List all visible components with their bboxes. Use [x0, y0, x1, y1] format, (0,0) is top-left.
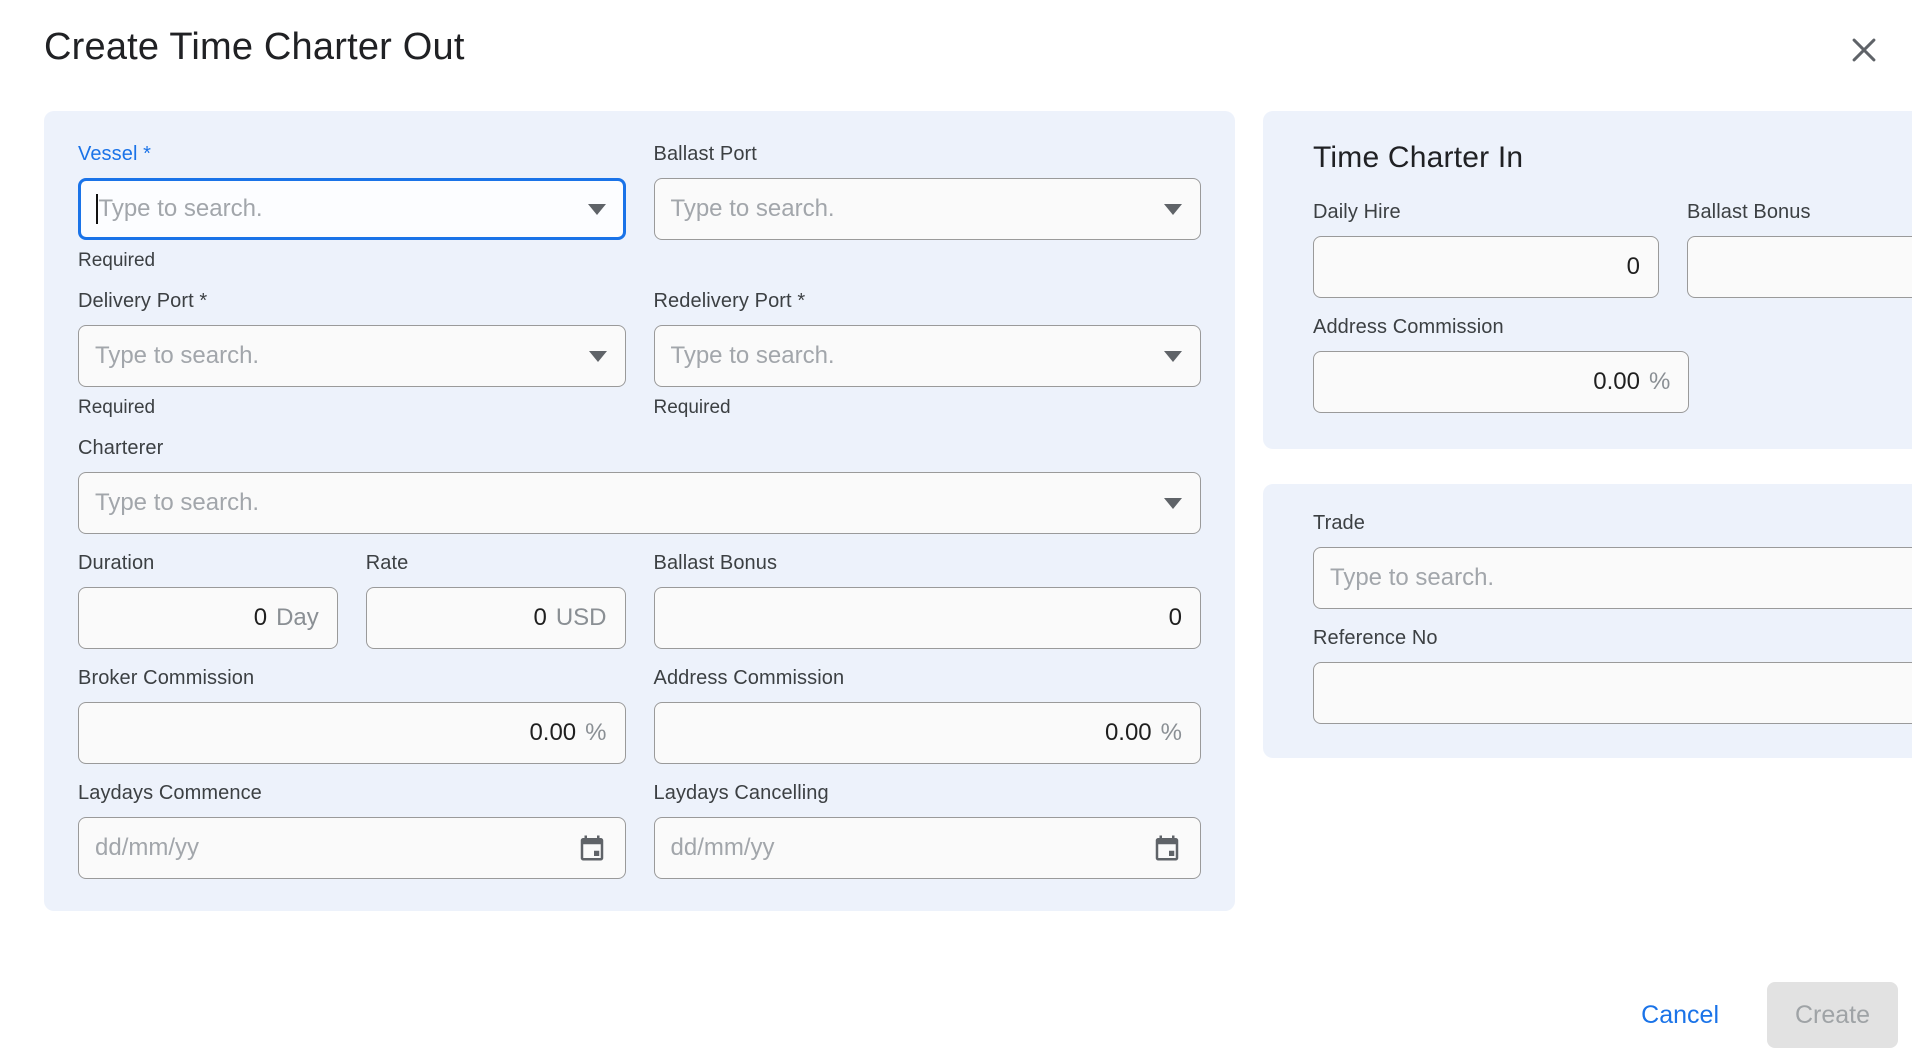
charterer-field: Charterer [78, 437, 1201, 534]
create-time-charter-out-dialog: Create Time Charter Out Vessel * Require… [0, 0, 1912, 1062]
spacer [1717, 316, 1912, 413]
delivery-port-combobox[interactable] [78, 325, 626, 387]
reference-no-field: Reference No [1313, 627, 1912, 724]
time-charter-in-heading: Time Charter In [1313, 141, 1912, 175]
vessel-input[interactable] [99, 181, 579, 237]
tci-ballast-bonus-field: Ballast Bonus [1687, 201, 1912, 298]
time-charter-in-panel: Time Charter In Daily Hire Ballast Bonus [1263, 111, 1912, 449]
trade-field: Trade [1313, 512, 1912, 609]
duration-field: Duration Day [78, 552, 338, 649]
charter-out-form-panel: Vessel * Required Ballast Port [44, 111, 1235, 911]
reference-no-input[interactable] [1330, 663, 1912, 723]
laydays-commence-datebox[interactable] [78, 817, 626, 879]
trade-details-panel: Trade Reference No [1263, 484, 1912, 758]
duration-inputbox[interactable]: Day [78, 587, 338, 649]
close-icon [1847, 33, 1881, 67]
rate-inputbox[interactable]: USD [366, 587, 626, 649]
chevron-down-icon[interactable] [1164, 498, 1182, 509]
ballast-port-field: Ballast Port [654, 143, 1202, 272]
reference-no-inputbox[interactable] [1313, 662, 1912, 724]
broker-commission-field: Broker Commission % [78, 667, 626, 764]
tci-ballast-bonus-input[interactable] [1704, 237, 1912, 297]
daily-hire-label: Daily Hire [1313, 201, 1659, 224]
vessel-label: Vessel * [78, 143, 626, 166]
address-commission-field: Address Commission % [654, 667, 1202, 764]
laydays-cancelling-datebox[interactable] [654, 817, 1202, 879]
tci-ballast-bonus-inputbox[interactable] [1687, 236, 1912, 298]
redelivery-port-required-helper: Required [654, 397, 1202, 419]
duration-label: Duration [78, 552, 338, 575]
trade-label: Trade [1313, 512, 1912, 535]
create-button[interactable]: Create [1767, 982, 1898, 1048]
tci-address-commission-percent-suffix: % [1649, 368, 1670, 396]
laydays-commence-field: Laydays Commence [78, 782, 626, 879]
laydays-cancelling-label: Laydays Cancelling [654, 782, 1202, 805]
cancel-button[interactable]: Cancel [1637, 993, 1723, 1038]
reference-no-label: Reference No [1313, 627, 1912, 650]
dialog-footer: Cancel Create [1637, 982, 1898, 1048]
daily-hire-input[interactable] [1330, 237, 1640, 297]
page-title: Create Time Charter Out [44, 26, 1868, 69]
ballast-port-combobox[interactable] [654, 178, 1202, 240]
chevron-down-icon[interactable] [1164, 351, 1182, 362]
right-column: Time Charter In Daily Hire Ballast Bonus [1263, 111, 1912, 758]
charterer-input[interactable] [95, 473, 1154, 533]
calendar-icon[interactable] [1152, 833, 1182, 863]
address-commission-input[interactable] [671, 703, 1152, 763]
laydays-commence-label: Laydays Commence [78, 782, 626, 805]
redelivery-port-input[interactable] [671, 326, 1155, 386]
charterer-label: Charterer [78, 437, 1201, 460]
rate-label: Rate [366, 552, 626, 575]
ballast-port-input[interactable] [671, 179, 1155, 239]
trade-combobox[interactable] [1313, 547, 1912, 609]
ballast-port-label: Ballast Port [654, 143, 1202, 166]
tci-address-commission-input[interactable] [1330, 352, 1640, 412]
broker-commission-input[interactable] [95, 703, 576, 763]
redelivery-port-field: Redelivery Port * Required [654, 290, 1202, 419]
trade-input[interactable] [1330, 548, 1912, 608]
laydays-commence-input[interactable] [95, 818, 567, 878]
laydays-cancelling-input[interactable] [671, 818, 1143, 878]
daily-hire-inputbox[interactable] [1313, 236, 1659, 298]
broker-commission-percent-suffix: % [585, 719, 606, 747]
ballast-bonus-field: Ballast Bonus [654, 552, 1202, 649]
rate-input[interactable] [383, 588, 547, 648]
vessel-required-helper: Required [78, 250, 626, 272]
delivery-port-input[interactable] [95, 326, 579, 386]
chevron-down-icon[interactable] [588, 204, 606, 215]
broker-commission-inputbox[interactable]: % [78, 702, 626, 764]
address-commission-inputbox[interactable]: % [654, 702, 1202, 764]
delivery-port-required-helper: Required [78, 397, 626, 419]
delivery-port-label: Delivery Port * [78, 290, 626, 313]
tci-address-commission-label: Address Commission [1313, 316, 1689, 339]
duration-input[interactable] [95, 588, 267, 648]
chevron-down-icon[interactable] [1164, 204, 1182, 215]
laydays-cancelling-field: Laydays Cancelling [654, 782, 1202, 879]
ballast-bonus-inputbox[interactable] [654, 587, 1202, 649]
charterer-combobox[interactable] [78, 472, 1201, 534]
redelivery-port-label: Redelivery Port * [654, 290, 1202, 313]
dialog-header: Create Time Charter Out [0, 0, 1912, 69]
text-cursor [96, 194, 98, 224]
vessel-combobox[interactable] [78, 178, 626, 240]
rate-currency-suffix: USD [556, 604, 607, 632]
rate-field: Rate USD [366, 552, 626, 649]
daily-hire-field: Daily Hire [1313, 201, 1659, 298]
tci-address-commission-field: Address Commission % [1313, 316, 1689, 413]
broker-commission-label: Broker Commission [78, 667, 626, 690]
dialog-content: Vessel * Required Ballast Port [44, 111, 1868, 911]
duration-unit-suffix: Day [276, 604, 319, 632]
close-button[interactable] [1842, 28, 1886, 72]
tci-address-commission-inputbox[interactable]: % [1313, 351, 1689, 413]
address-commission-label: Address Commission [654, 667, 1202, 690]
calendar-icon[interactable] [577, 833, 607, 863]
chevron-down-icon[interactable] [589, 351, 607, 362]
vessel-field: Vessel * Required [78, 143, 626, 272]
ballast-bonus-input[interactable] [671, 588, 1183, 648]
redelivery-port-combobox[interactable] [654, 325, 1202, 387]
address-commission-percent-suffix: % [1161, 719, 1182, 747]
delivery-port-field: Delivery Port * Required [78, 290, 626, 419]
tci-ballast-bonus-label: Ballast Bonus [1687, 201, 1912, 224]
ballast-bonus-label: Ballast Bonus [654, 552, 1202, 575]
